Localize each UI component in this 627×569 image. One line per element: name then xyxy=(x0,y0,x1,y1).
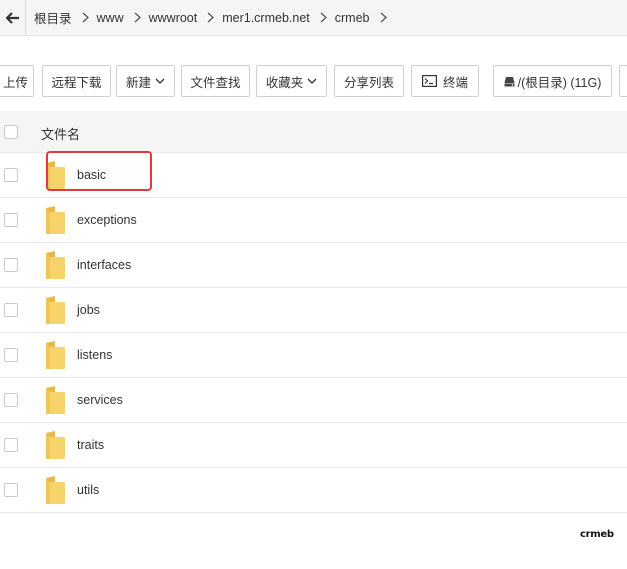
arrow-left-icon xyxy=(5,11,19,24)
folder-icon xyxy=(46,476,65,504)
row-checkbox[interactable] xyxy=(4,258,18,272)
file-list: basic exceptions interfaces jobs listens… xyxy=(0,153,627,513)
chevron-down-icon xyxy=(155,78,165,84)
file-name[interactable]: listens xyxy=(77,348,112,362)
breadcrumb-item-www[interactable]: www xyxy=(89,11,124,25)
chevron-right-icon xyxy=(370,12,387,23)
table-row-exceptions[interactable]: exceptions xyxy=(0,198,627,243)
folder-icon xyxy=(46,251,65,279)
more-button[interactable] xyxy=(619,65,627,97)
row-checkbox[interactable] xyxy=(4,348,18,362)
new-button[interactable]: 新建 xyxy=(116,65,175,97)
share-list-button[interactable]: 分享列表 xyxy=(334,65,404,97)
file-name[interactable]: services xyxy=(77,393,123,407)
highlight-box xyxy=(46,151,152,191)
table-row-jobs[interactable]: jobs xyxy=(0,288,627,333)
folder-icon xyxy=(46,386,65,414)
terminal-icon xyxy=(421,75,437,87)
folder-icon xyxy=(46,431,65,459)
chevron-right-icon xyxy=(72,12,89,23)
remote-download-button[interactable]: 远程下载 xyxy=(42,65,111,97)
back-button[interactable] xyxy=(0,0,26,36)
breadcrumb: 根目录 www wwwroot mer1.crmeb.net crmeb xyxy=(0,0,627,36)
breadcrumb-item-wwwroot[interactable]: wwwroot xyxy=(141,11,198,25)
column-header-filename[interactable]: 文件名 xyxy=(41,124,80,143)
table-row-listens[interactable]: listens xyxy=(0,333,627,378)
file-name[interactable]: exceptions xyxy=(77,213,137,227)
select-all-checkbox[interactable] xyxy=(4,125,18,139)
chevron-right-icon xyxy=(124,12,141,23)
table-header: 文件名 xyxy=(0,111,627,153)
row-checkbox[interactable] xyxy=(4,438,18,452)
row-checkbox[interactable] xyxy=(4,393,18,407)
file-name[interactable]: jobs xyxy=(77,303,100,317)
table-row-interfaces[interactable]: interfaces xyxy=(0,243,627,288)
breadcrumb-item-root[interactable]: 根目录 xyxy=(26,8,72,27)
toolbar: 上传 远程下载 新建 文件查找 收藏夹 分享列表 终端 /(根目录) (11G) xyxy=(0,65,627,99)
file-name[interactable]: interfaces xyxy=(77,258,131,272)
disk-icon xyxy=(504,76,515,86)
row-checkbox[interactable] xyxy=(4,303,18,317)
file-name[interactable]: utils xyxy=(77,483,99,497)
crmeb-logo: crmeb xyxy=(580,529,614,540)
favorites-button[interactable]: 收藏夹 xyxy=(256,65,327,97)
breadcrumb-item-site[interactable]: mer1.crmeb.net xyxy=(214,11,310,25)
folder-icon xyxy=(46,341,65,369)
folder-icon xyxy=(46,296,65,324)
terminal-button[interactable]: 终端 xyxy=(411,65,479,97)
table-row-utils[interactable]: utils xyxy=(0,468,627,513)
breadcrumb-item-crmeb[interactable]: crmeb xyxy=(327,11,370,25)
chevron-down-icon xyxy=(307,78,317,84)
chevron-right-icon xyxy=(310,12,327,23)
table-row-traits[interactable]: traits xyxy=(0,423,627,468)
file-search-button[interactable]: 文件查找 xyxy=(181,65,250,97)
row-checkbox[interactable] xyxy=(4,213,18,227)
chevron-right-icon xyxy=(197,12,215,23)
upload-button[interactable]: 上传 xyxy=(0,65,34,97)
file-manager: 根目录 www wwwroot mer1.crmeb.net crmeb 上传 … xyxy=(0,0,627,569)
disk-button[interactable]: /(根目录) (11G) xyxy=(493,65,612,97)
file-name[interactable]: traits xyxy=(77,438,104,452)
folder-icon xyxy=(46,206,65,234)
table-row-services[interactable]: services xyxy=(0,378,627,423)
row-checkbox[interactable] xyxy=(4,483,18,497)
row-checkbox[interactable] xyxy=(4,168,18,182)
